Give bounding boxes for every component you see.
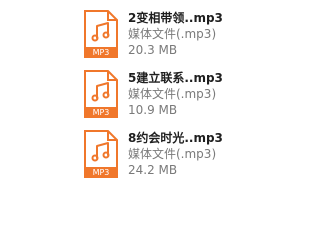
- file-name[interactable]: 8约会时光..mp3: [128, 130, 238, 146]
- file-type: 媒体文件(.mp3): [128, 147, 217, 161]
- file-name[interactable]: 2变相带领..mp3: [128, 10, 238, 26]
- file-type: 媒体文件(.mp3): [128, 87, 217, 101]
- file-size: 10.9 MB: [128, 103, 178, 117]
- file-size: 20.3 MB: [128, 43, 178, 57]
- file-list: MP3 2变相带领..mp3 媒体文件(.mp3) 20.3 MB MP3 5建…: [0, 0, 300, 200]
- file-item-2[interactable]: MP3 8约会时光..mp3 媒体文件(.mp3) 24.2 MB: [84, 130, 234, 182]
- file-size: 24.2 MB: [128, 163, 178, 177]
- file-icon-label: MP3: [93, 48, 110, 57]
- file-item-0[interactable]: MP3 2变相带领..mp3 媒体文件(.mp3) 20.3 MB: [84, 10, 234, 62]
- mp3-audio-file-icon: MP3: [84, 10, 118, 58]
- file-icon-label: MP3: [93, 108, 110, 117]
- file-type: 媒体文件(.mp3): [128, 27, 217, 41]
- mp3-audio-file-icon: MP3: [84, 70, 118, 118]
- file-item-1[interactable]: MP3 5建立联系..mp3 媒体文件(.mp3) 10.9 MB: [84, 70, 234, 122]
- file-icon-label: MP3: [93, 168, 110, 177]
- file-name[interactable]: 5建立联系..mp3: [128, 70, 238, 86]
- mp3-audio-file-icon: MP3: [84, 130, 118, 178]
- file-meta: 2变相带领..mp3 媒体文件(.mp3) 20.3 MB: [128, 10, 238, 58]
- file-meta: 5建立联系..mp3 媒体文件(.mp3) 10.9 MB: [128, 70, 238, 118]
- file-meta: 8约会时光..mp3 媒体文件(.mp3) 24.2 MB: [128, 130, 238, 178]
